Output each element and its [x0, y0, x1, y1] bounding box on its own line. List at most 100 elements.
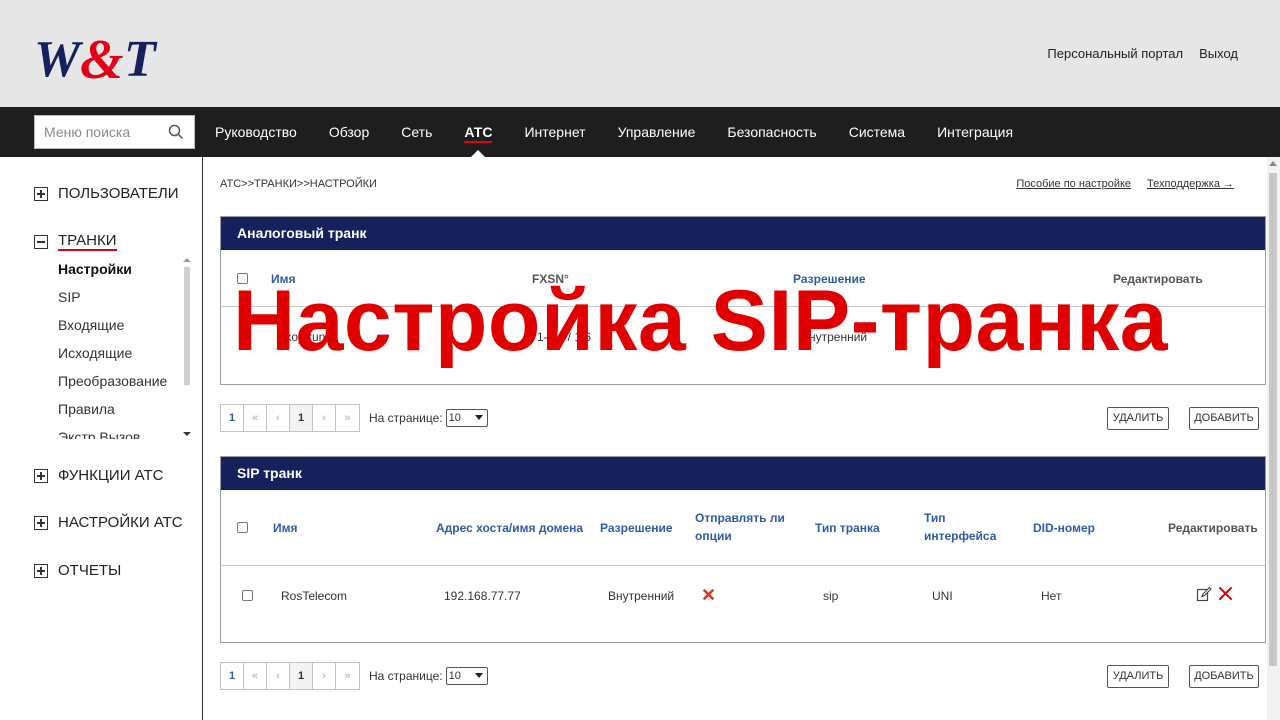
add-button[interactable]: ДОБАВИТЬ: [1189, 665, 1259, 688]
analog-pager: 1 « ‹ 1 › » На странице: 10: [220, 404, 488, 432]
col-name[interactable]: Имя: [273, 519, 298, 537]
prev-page-button[interactable]: ‹: [267, 663, 290, 689]
logout-link[interactable]: Выход: [1199, 46, 1238, 61]
col-host[interactable]: Адрес хоста/имя домена: [436, 519, 583, 537]
sidebar-item-incoming[interactable]: Входящие: [58, 311, 180, 339]
sidebar-item-emergency[interactable]: Экстр.Вызов: [58, 423, 180, 439]
svg-text:W: W: [34, 31, 84, 86]
col-permission[interactable]: Разрешение: [600, 519, 673, 537]
personal-portal-link[interactable]: Персональный портал: [1047, 46, 1183, 61]
per-page-select[interactable]: 10: [445, 409, 488, 427]
first-page-button[interactable]: «: [244, 663, 267, 689]
sidebar-item-outgoing[interactable]: Исходящие: [58, 339, 180, 367]
main-nav: Руководство Обзор Сеть АТС Интернет Упра…: [0, 107, 1280, 157]
nav-item-network[interactable]: Сеть: [401, 107, 432, 157]
page-number[interactable]: 1: [290, 405, 313, 431]
add-button[interactable]: ДОБАВИТЬ: [1189, 407, 1259, 430]
col-send-options[interactable]: Отправлять ли опции: [695, 509, 795, 545]
main-content: АТС>>ТРАНКИ>>НАСТРОЙКИ Пособие по настро…: [220, 157, 1266, 720]
top-links: Персональный портал Выход: [1047, 46, 1238, 61]
sip-trunk-panel: SIP транк Имя Адрес хоста/имя домена Раз…: [220, 456, 1266, 643]
first-page-button[interactable]: «: [244, 405, 267, 431]
table-row: RosTelecom 192.168.77.77 Внутренний sip …: [221, 566, 1265, 642]
expand-icon: [34, 515, 48, 530]
nav-item-overview[interactable]: Обзор: [329, 107, 369, 157]
sidebar-section-label: ПОЛЬЗОВАТЕЛИ: [58, 185, 179, 202]
sidebar-item-transform[interactable]: Преобразование: [58, 367, 180, 395]
menu-search: [34, 115, 195, 149]
nav-items: Руководство Обзор Сеть АТС Интернет Упра…: [215, 107, 1045, 157]
top-header: W & T Персональный портал Выход: [0, 0, 1280, 107]
next-page-button[interactable]: ›: [313, 663, 336, 689]
row-checkbox[interactable]: [242, 590, 253, 601]
col-trunk-type[interactable]: Тип транка: [815, 519, 880, 537]
scroll-down-icon[interactable]: [183, 432, 191, 436]
tech-support-link[interactable]: Техподдержка →: [1147, 178, 1234, 190]
cell-trunk-type: sip: [823, 589, 839, 603]
collapse-icon: [34, 234, 48, 249]
cell-host: 192.168.77.77: [444, 589, 521, 603]
page-current[interactable]: 1: [221, 405, 244, 431]
next-page-button[interactable]: ›: [313, 405, 336, 431]
delete-icon[interactable]: [1218, 586, 1233, 601]
nav-item-internet[interactable]: Интернет: [524, 107, 585, 157]
sidebar-item-settings[interactable]: Настройки: [58, 255, 180, 283]
submenu-scrollbar[interactable]: [181, 255, 193, 439]
setup-guide-link[interactable]: Пособие по настройке: [1016, 178, 1131, 190]
wt-logo[interactable]: W & T: [34, 30, 164, 86]
search-input[interactable]: [35, 116, 165, 148]
panel-title: Аналоговый транк: [221, 217, 1265, 250]
last-page-button[interactable]: »: [336, 663, 359, 689]
page-number[interactable]: 1: [290, 663, 313, 689]
per-page: На странице: 10: [369, 667, 488, 685]
overlay-title: Настройка SIP-транка: [233, 273, 1169, 369]
scroll-up-icon[interactable]: [1269, 161, 1277, 166]
sidebar-section-reports[interactable]: ОТЧЕТЫ: [34, 562, 121, 579]
sidebar-item-rules[interactable]: Правила: [58, 395, 180, 423]
sidebar-section-label: ФУНКЦИИ АТС: [58, 467, 164, 484]
per-page-label: На странице:: [369, 411, 443, 425]
sidebar-section-trunks[interactable]: ТРАНКИ: [34, 232, 117, 251]
sidebar-section-users[interactable]: ПОЛЬЗОВАТЕЛИ: [34, 185, 179, 202]
nav-item-system[interactable]: Система: [849, 107, 905, 157]
svg-text:T: T: [124, 31, 158, 86]
nav-item-guide[interactable]: Руководство: [215, 107, 297, 157]
prev-page-button[interactable]: ‹: [267, 405, 290, 431]
search-icon[interactable]: [168, 124, 184, 140]
page-current[interactable]: 1: [221, 663, 244, 689]
breadcrumb: АТС>>ТРАНКИ>>НАСТРОЙКИ: [220, 178, 377, 190]
nav-item-integration[interactable]: Интеграция: [937, 107, 1013, 157]
cell-permission: Внутренний: [608, 589, 675, 603]
help-links: Пособие по настройке Техподдержка →: [1016, 178, 1234, 190]
panel-title: SIP транк: [221, 457, 1265, 490]
nav-item-pbx[interactable]: АТС: [464, 107, 493, 157]
sidebar-section-label: НАСТРОЙКИ АТС: [58, 514, 183, 531]
nav-item-security[interactable]: Безопасность: [727, 107, 816, 157]
table-header: Имя Адрес хоста/имя домена Разрешение От…: [221, 490, 1265, 566]
per-page-label: На странице:: [369, 669, 443, 683]
col-edit: Редактировать: [1168, 521, 1258, 535]
scroll-thumb[interactable]: [184, 267, 190, 385]
last-page-button[interactable]: »: [336, 405, 359, 431]
sidebar-item-sip[interactable]: SIP: [58, 283, 180, 311]
per-page: На странице: 10: [369, 409, 488, 427]
delete-button[interactable]: УДАЛИТЬ: [1107, 665, 1169, 688]
pagination: 1 « ‹ 1 › »: [220, 662, 360, 690]
scroll-thumb[interactable]: [1269, 173, 1277, 666]
cell-did: Нет: [1041, 589, 1062, 603]
page-scrollbar[interactable]: [1267, 157, 1280, 720]
edit-icon[interactable]: [1196, 586, 1212, 602]
select-all-checkbox[interactable]: [237, 522, 248, 533]
sidebar-section-pbx-functions[interactable]: ФУНКЦИИ АТС: [34, 467, 163, 484]
delete-button[interactable]: УДАЛИТЬ: [1107, 407, 1169, 430]
svg-text:&: &: [80, 30, 124, 86]
options-disabled-icon: [703, 589, 714, 600]
nav-item-management[interactable]: Управление: [618, 107, 696, 157]
per-page-select[interactable]: 10: [445, 667, 488, 685]
expand-icon: [34, 468, 48, 483]
col-did[interactable]: DID-номер: [1033, 519, 1095, 537]
scroll-up-icon[interactable]: [183, 258, 191, 262]
sidebar-section-pbx-settings[interactable]: НАСТРОЙКИ АТС: [34, 514, 183, 531]
sip-pager: 1 « ‹ 1 › » На странице: 10: [220, 662, 488, 690]
col-interface-type[interactable]: Тип интерфейса: [924, 509, 1004, 545]
